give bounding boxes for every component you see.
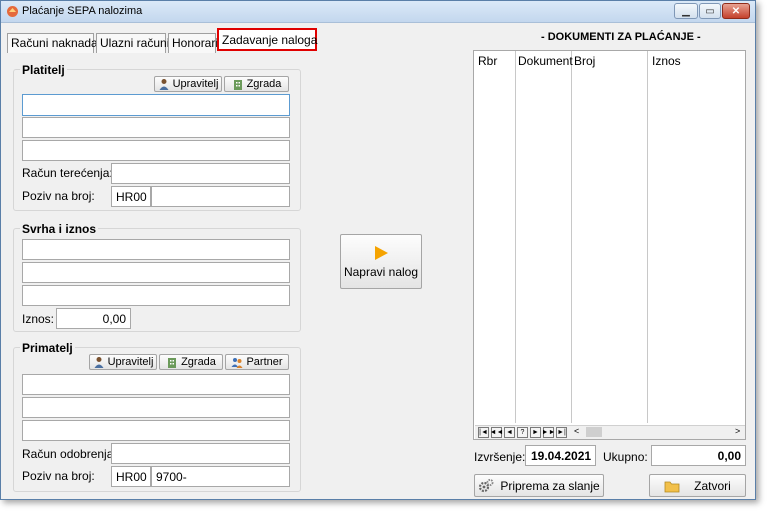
- platitelj-zgrada-button[interactable]: Zgrada: [224, 76, 289, 92]
- platitelj-name-field[interactable]: [22, 94, 290, 116]
- documents-title: - DOKUMENTI ZA PLAĆANJE -: [541, 31, 701, 43]
- folder-icon: [664, 481, 680, 492]
- zatvori-button[interactable]: Zatvori: [649, 474, 746, 497]
- tab-racuni-naknada[interactable]: Računi naknada: [7, 33, 98, 53]
- primatelj-title: Primatelj: [20, 341, 75, 355]
- nav-prev-button[interactable]: ◄: [504, 427, 515, 438]
- column-divider: [571, 51, 572, 423]
- column-header-broj[interactable]: Broj: [574, 54, 595, 68]
- racun-odobrenja-field[interactable]: [111, 443, 290, 464]
- tab-honorari[interactable]: Honorari: [168, 33, 219, 53]
- column-divider: [515, 51, 516, 423]
- platitelj-address-field[interactable]: [22, 117, 290, 138]
- tab-label: Ulazni računi: [100, 36, 170, 50]
- building-icon: [168, 358, 177, 368]
- izvrsenje-label: Izvršenje:: [474, 450, 526, 464]
- primatelj-poziv-number-field[interactable]: 9700-: [151, 466, 290, 487]
- platitelj-poziv-model-field[interactable]: HR00: [111, 186, 151, 207]
- svrha-line2-field[interactable]: [22, 262, 290, 283]
- button-label: Zgrada: [181, 356, 216, 368]
- nav-next-page-button[interactable]: ►►: [542, 427, 555, 438]
- field-value: HR00: [116, 470, 147, 484]
- primatelj-address-field[interactable]: [22, 397, 290, 418]
- documents-grid[interactable]: Rbr Dokument Broj Iznos |◄ ◄◄ ◄ ? ► ►► ►…: [473, 50, 746, 440]
- primatelj-poziv-model-field[interactable]: HR00: [111, 466, 151, 487]
- person-icon: [159, 79, 169, 90]
- button-label: Partner: [246, 356, 283, 368]
- platitelj-city-field[interactable]: [22, 140, 290, 161]
- platitelj-title: Platitelj: [20, 63, 67, 77]
- racun-terecenja-label: Račun terećenja:: [22, 166, 113, 180]
- svrha-line1-field[interactable]: [22, 239, 290, 260]
- column-header-rbr[interactable]: Rbr: [478, 54, 497, 68]
- ukupno-label: Ukupno:: [603, 450, 648, 464]
- racun-terecenja-field[interactable]: [111, 163, 290, 184]
- priprema-za-slanje-button[interactable]: Priprema za slanje: [474, 474, 604, 497]
- iznos-label: Iznos:: [22, 312, 55, 326]
- nav-next-button[interactable]: ►: [530, 427, 541, 438]
- napravi-nalog-button[interactable]: Napravi nalog: [340, 234, 422, 289]
- column-divider: [647, 51, 648, 423]
- maximize-button[interactable]: ▭: [699, 3, 721, 19]
- tab-label: Honorari: [172, 36, 219, 50]
- svrha-line3-field[interactable]: [22, 285, 290, 306]
- button-label: Zatvori: [694, 478, 731, 493]
- grid-navigator: [475, 425, 745, 439]
- scroll-left-arrow[interactable]: <: [574, 426, 579, 436]
- button-label: Upravitelj: [107, 356, 154, 368]
- title-bar: Plaćanje SEPA nalozima ▁ ▭ ✕: [1, 1, 755, 23]
- sepa-app-icon: [7, 6, 18, 17]
- primatelj-zgrada-button[interactable]: Zgrada: [159, 354, 223, 370]
- primatelj-poziv-label: Poziv na broj:: [22, 469, 95, 483]
- play-arrow-icon: [375, 245, 388, 260]
- platitelj-poziv-label: Poziv na broj:: [22, 189, 95, 203]
- field-value: 0,00: [102, 312, 126, 326]
- partners-icon: [231, 358, 243, 368]
- gears-icon: [479, 478, 494, 492]
- button-label: Napravi nalog: [343, 264, 419, 279]
- person-icon: [94, 357, 104, 368]
- button-label: Priprema za slanje: [500, 478, 600, 493]
- tab-zadavanje-naloga[interactable]: Zadavanje naloga: [217, 28, 317, 51]
- nav-last-button[interactable]: ►|: [556, 427, 567, 438]
- tab-ulazni-racuni[interactable]: Ulazni računi: [96, 33, 170, 53]
- platitelj-upravitelj-button[interactable]: Upravitelj: [154, 76, 222, 92]
- scroll-right-arrow[interactable]: >: [735, 426, 740, 436]
- primatelj-partner-button[interactable]: Partner: [225, 354, 289, 370]
- racun-odobrenja-label: Račun odobrenja:: [22, 447, 117, 461]
- field-value: 0,00: [717, 448, 741, 463]
- horizontal-scroll-thumb[interactable]: [586, 427, 602, 437]
- nav-prev-page-button[interactable]: ◄◄: [490, 427, 503, 438]
- button-label: Upravitelj: [172, 78, 219, 90]
- primatelj-name-field[interactable]: [22, 374, 290, 395]
- field-value: HR00: [116, 190, 147, 204]
- building-icon: [233, 80, 242, 90]
- minimize-button[interactable]: ▁: [674, 3, 698, 19]
- tab-label: Računi naknada: [11, 36, 98, 50]
- field-value: 19.04.2021: [531, 448, 592, 463]
- close-button[interactable]: ✕: [722, 3, 750, 19]
- main-window: Plaćanje SEPA nalozima ▁ ▭ ✕ Računi nakn…: [0, 0, 756, 500]
- field-value: 9700-: [156, 470, 187, 484]
- izvrsenje-date-field[interactable]: 19.04.2021: [525, 445, 596, 466]
- button-label: Zgrada: [246, 78, 282, 90]
- ukupno-field: 0,00: [651, 445, 746, 466]
- iznos-field[interactable]: 0,00: [56, 308, 131, 329]
- nav-search-button[interactable]: ?: [517, 427, 528, 438]
- primatelj-city-field[interactable]: [22, 420, 290, 441]
- svrha-title: Svrha i iznos: [20, 222, 99, 236]
- primatelj-upravitelj-button[interactable]: Upravitelj: [89, 354, 157, 370]
- window-title: Plaćanje SEPA nalozima: [22, 5, 143, 17]
- tab-label: Zadavanje naloga: [222, 33, 318, 47]
- column-header-iznos[interactable]: Iznos: [652, 54, 681, 68]
- column-header-dokument[interactable]: Dokument: [518, 54, 573, 68]
- nav-first-button[interactable]: |◄: [478, 427, 489, 438]
- platitelj-poziv-number-field[interactable]: [151, 186, 290, 207]
